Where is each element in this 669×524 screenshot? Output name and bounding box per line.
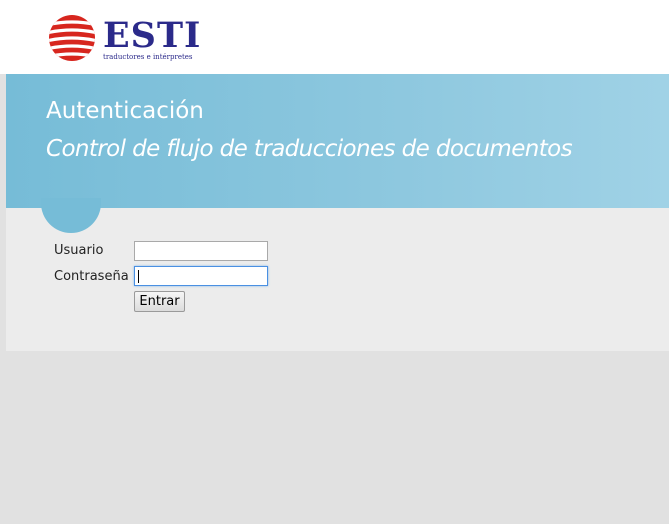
username-label: Usuario [54,243,104,258]
striped-globe-icon [49,15,95,61]
top-header: ESTI traductores e intérpretes [0,0,669,74]
login-panel: Usuario Contraseña Entrar [6,198,669,351]
text-caret [138,270,139,283]
password-input[interactable] [134,266,268,286]
panel-tab-decoration [41,198,101,233]
esti-logo: ESTI traductores e intérpretes [48,14,202,64]
login-button[interactable]: Entrar [134,291,185,312]
page-title: Autenticación [46,98,204,124]
logo-tagline: traductores e intérpretes [103,53,193,61]
username-input[interactable] [134,241,268,261]
logo-name: ESTI [103,15,202,56]
page-subtitle: Control de flujo de traducciones de docu… [46,136,573,162]
password-label: Contraseña [54,269,129,284]
header-banner: Autenticación Control de flujo de traduc… [6,74,669,208]
